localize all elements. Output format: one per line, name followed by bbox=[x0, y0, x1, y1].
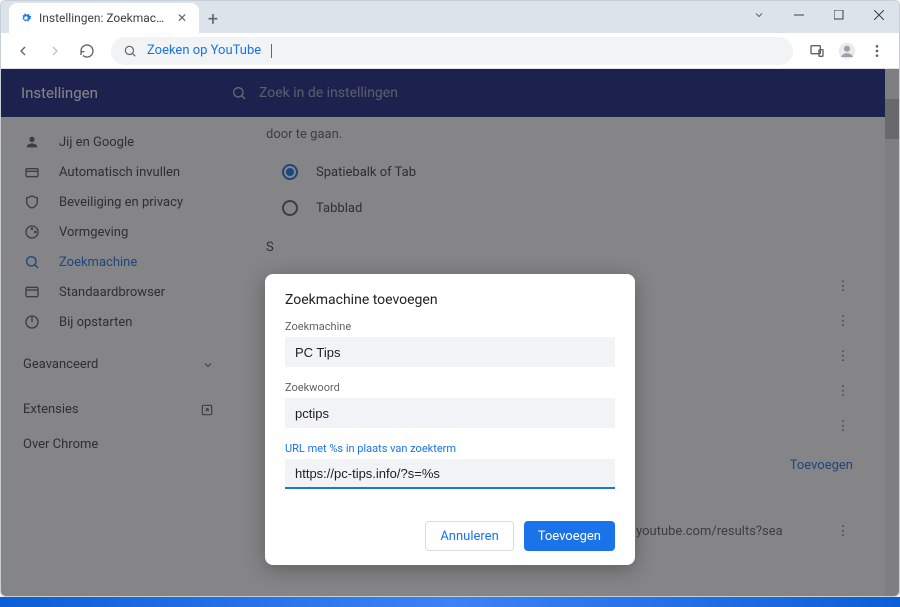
engine-url-input[interactable] bbox=[285, 459, 615, 489]
reload-button[interactable] bbox=[73, 37, 101, 65]
titlebar: Instellingen: Zoekmachines beh... ✕ + bbox=[1, 1, 899, 33]
text-cursor bbox=[271, 44, 272, 58]
dialog-actions: Annuleren Toevoegen bbox=[285, 521, 615, 551]
field-label-engine: Zoekmachine bbox=[285, 320, 615, 333]
add-search-engine-dialog: Zoekmachine toevoegen Zoekmachine Zoekwo… bbox=[265, 274, 635, 565]
windows-taskbar bbox=[0, 597, 900, 607]
chevron-down-icon[interactable] bbox=[739, 1, 779, 29]
maximize-button[interactable] bbox=[819, 1, 859, 29]
tab-title: Instellingen: Zoekmachines beh... bbox=[39, 11, 169, 25]
content-area: Instellingen Zoek in de instellingen Jij… bbox=[1, 69, 899, 596]
browser-tab[interactable]: Instellingen: Zoekmachines beh... ✕ bbox=[9, 3, 199, 33]
settings-icon bbox=[19, 11, 33, 25]
browser-window: Instellingen: Zoekmachines beh... ✕ + Zo… bbox=[0, 0, 900, 597]
engine-keyword-input[interactable] bbox=[285, 398, 615, 428]
new-tab-button[interactable]: + bbox=[199, 5, 227, 33]
browser-toolbar: Zoeken op YouTube bbox=[1, 33, 899, 69]
window-controls bbox=[739, 1, 899, 29]
field-label-keyword: Zoekwoord bbox=[285, 381, 615, 394]
field-label-url: URL met %s in plaats van zoekterm bbox=[285, 442, 615, 455]
profile-icon[interactable] bbox=[833, 37, 861, 65]
engine-name-input[interactable] bbox=[285, 337, 615, 367]
minimize-button[interactable] bbox=[779, 1, 819, 29]
submit-button[interactable]: Toevoegen bbox=[524, 521, 615, 551]
close-window-button[interactable] bbox=[859, 1, 899, 29]
back-button[interactable] bbox=[9, 37, 37, 65]
omnibox[interactable]: Zoeken op YouTube bbox=[111, 37, 793, 65]
dialog-title: Zoekmachine toevoegen bbox=[285, 292, 615, 308]
menu-icon[interactable] bbox=[863, 37, 891, 65]
omnibox-text: Zoeken op YouTube bbox=[147, 43, 261, 58]
forward-button[interactable] bbox=[41, 37, 69, 65]
search-icon bbox=[123, 44, 137, 58]
cancel-button[interactable]: Annuleren bbox=[425, 521, 513, 551]
close-icon[interactable]: ✕ bbox=[175, 11, 189, 25]
devices-icon[interactable] bbox=[803, 37, 831, 65]
